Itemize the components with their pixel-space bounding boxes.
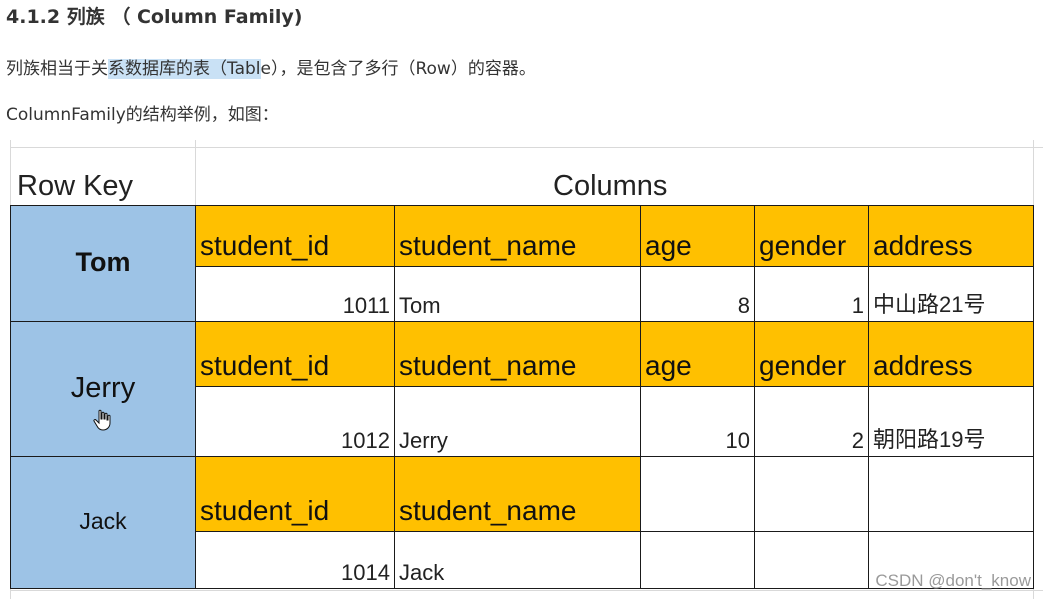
empty-cell (640, 456, 755, 532)
cell-gender: 2 (754, 386, 869, 457)
spreadsheet-figure: Row Key Columns Tom Jerry Jack student_i… (0, 0, 1043, 599)
cell-student-name: Jerry (394, 386, 641, 457)
gridline (195, 140, 196, 206)
cell-age: 10 (640, 386, 755, 457)
column-header-age: age (640, 321, 755, 387)
watermark: CSDN @don't_know (875, 571, 1031, 590)
cell-student-id: 1014 (195, 531, 395, 589)
cell-student-id: 1011 (195, 266, 395, 322)
column-header-student-id: student_id (195, 321, 395, 387)
column-header-student-name: student_name (394, 205, 641, 267)
gridline (10, 147, 1043, 148)
cell-address: 朝阳路19号 (868, 386, 1034, 457)
column-header-age: age (640, 205, 755, 267)
column-header-student-id: student_id (195, 456, 395, 532)
row-key-jerry: Jerry (10, 321, 196, 457)
empty-cell (640, 531, 755, 589)
empty-cell (754, 456, 869, 532)
row-key-jack: Jack (10, 456, 196, 589)
column-header-student-id: student_id (195, 205, 395, 267)
cell-student-id: 1012 (195, 386, 395, 457)
cell-gender: 1 (754, 266, 869, 322)
column-header-student-name: student_name (394, 321, 641, 387)
column-header-address: address (868, 205, 1034, 267)
empty-cell (868, 456, 1034, 532)
column-header-student-name: student_name (394, 456, 641, 532)
column-header-gender: gender (754, 205, 869, 267)
row-key-header: Row Key (17, 170, 134, 202)
cell-student-name: Jack (394, 531, 641, 589)
cell-student-name: Tom (394, 266, 641, 322)
empty-cell (754, 531, 869, 589)
row-key-tom: Tom (10, 205, 196, 322)
hand-cursor-icon (93, 409, 111, 431)
column-header-gender: gender (754, 321, 869, 387)
columns-header: Columns (553, 170, 668, 202)
cell-address: 中山路21号 (868, 266, 1034, 322)
cell-age: 8 (640, 266, 755, 322)
column-header-address: address (868, 321, 1034, 387)
